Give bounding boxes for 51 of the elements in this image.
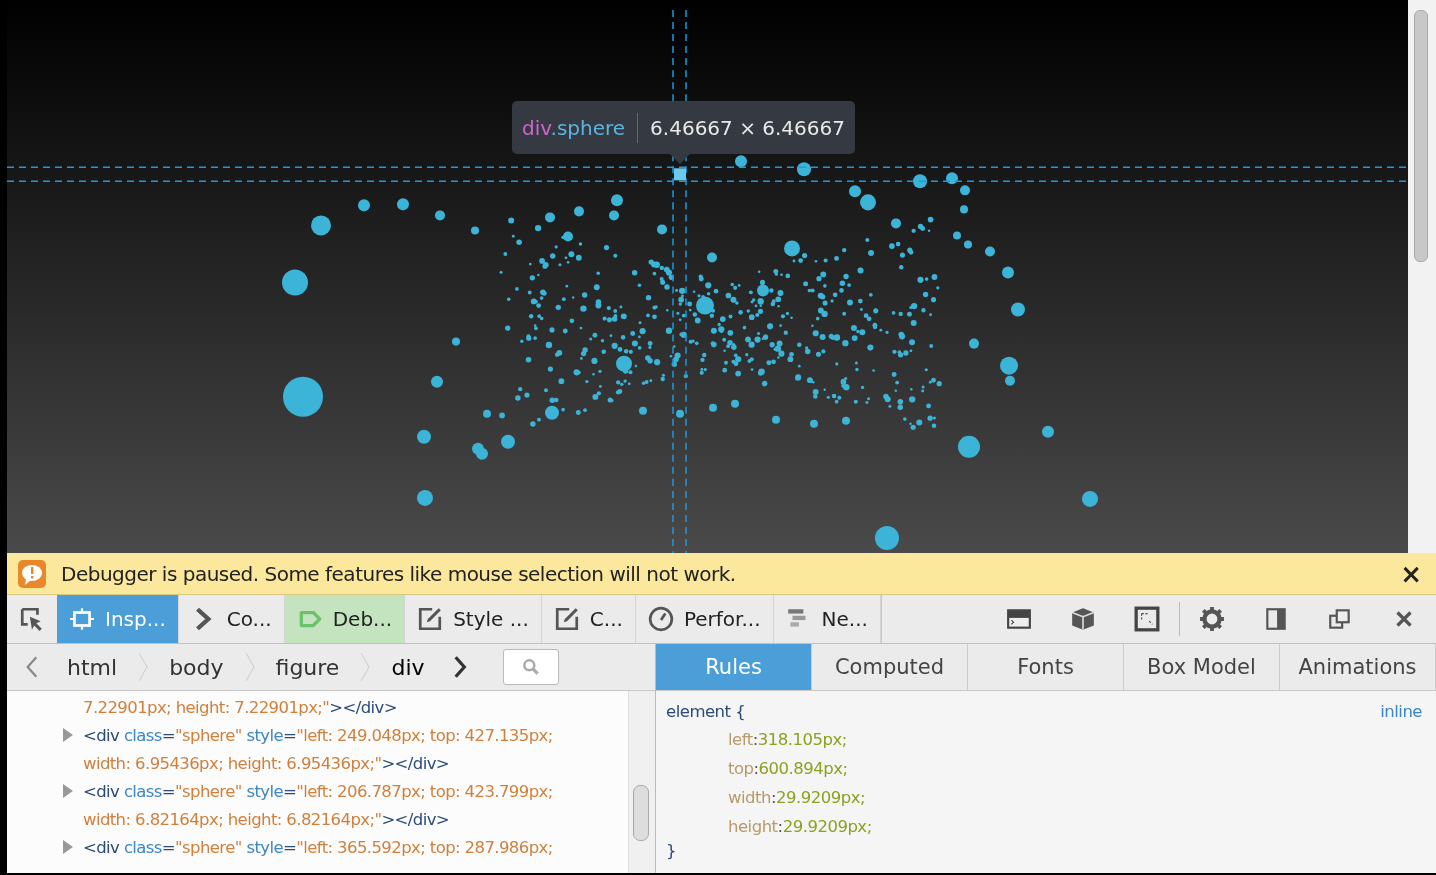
edit-icon <box>417 606 444 632</box>
sidebar-tab[interactable]: Fonts <box>968 644 1124 690</box>
collapsed-triangle-icon[interactable] <box>61 728 75 742</box>
separator-icon <box>243 652 256 682</box>
sidebar-tab[interactable]: Computed <box>812 644 968 690</box>
sidebar-tab[interactable]: Box Model <box>1124 644 1280 690</box>
separator-icon <box>359 652 372 682</box>
toolbox-tab[interactable]: Deb... <box>284 595 406 643</box>
breadcrumb[interactable]: figure <box>255 644 360 690</box>
selector-label: div.sphere <box>522 115 626 140</box>
box-icon <box>69 606 95 632</box>
css-declaration[interactable]: height:29.9209px; <box>666 812 1422 841</box>
markup-line[interactable]: <div class="sphere" style="left: 206.787px; top: 423.799px; <box>83 781 553 801</box>
dimensions-label: 6.46667 × 6.46667 <box>650 115 845 140</box>
collapsed-triangle-icon[interactable] <box>61 840 75 854</box>
scrollbar-thumb[interactable] <box>633 785 649 841</box>
markup-line[interactable]: width: 6.82164px; height: 6.82164px;"></div> <box>83 809 450 829</box>
markup-line[interactable]: width: 6.95436px; height: 6.95436px;"></div> <box>83 753 450 773</box>
scrollbar[interactable] <box>1408 0 1436 553</box>
chevron-right-icon <box>452 654 467 680</box>
close-button[interactable]: × <box>1396 558 1426 589</box>
rule-selector: element { <box>666 701 746 721</box>
frame-icon <box>1134 606 1160 632</box>
cube-icon <box>1070 606 1096 632</box>
rule-close-brace: } <box>666 841 677 860</box>
warning-icon <box>17 558 47 589</box>
highlighted-element <box>674 168 686 181</box>
breadcrumb[interactable]: div <box>371 644 445 690</box>
settings-icon <box>1199 606 1225 632</box>
markup-line[interactable]: <div class="sphere" style="left: 365.592px; top: 287.986px; <box>83 837 553 857</box>
separator-icon <box>137 652 150 682</box>
pick-element-icon <box>19 606 45 632</box>
rule-source-link[interactable]: inline <box>1380 701 1422 721</box>
scrollbar-thumb[interactable] <box>1414 10 1428 262</box>
chevron-left-icon <box>25 654 39 680</box>
search-icon <box>520 657 541 677</box>
console-icon <box>1006 606 1032 632</box>
css-declaration[interactable]: width:29.9209px; <box>666 783 1422 812</box>
edit-icon <box>553 606 580 632</box>
gauge-icon <box>647 606 674 632</box>
windows-icon <box>1327 606 1353 632</box>
markup-line[interactable]: 7.22901px; height: 7.22901px;"></div> <box>83 697 397 717</box>
markup-line[interactable]: <div class="sphere" style="left: 249.048px; top: 427.135px; <box>83 725 553 745</box>
breadcrumb[interactable]: body <box>149 644 244 690</box>
css-declaration[interactable]: top:600.894px; <box>666 754 1422 783</box>
breadcrumb[interactable]: html <box>47 644 138 690</box>
notification-message: Debugger is paused. Some features like mouse selection will not work. <box>61 561 737 586</box>
collapsed-triangle-icon[interactable] <box>61 784 75 798</box>
dock-side-icon <box>1263 606 1289 632</box>
sidebar-tab[interactable]: Animations <box>1280 644 1436 690</box>
css-declaration[interactable]: left:318.105px; <box>666 725 1422 754</box>
